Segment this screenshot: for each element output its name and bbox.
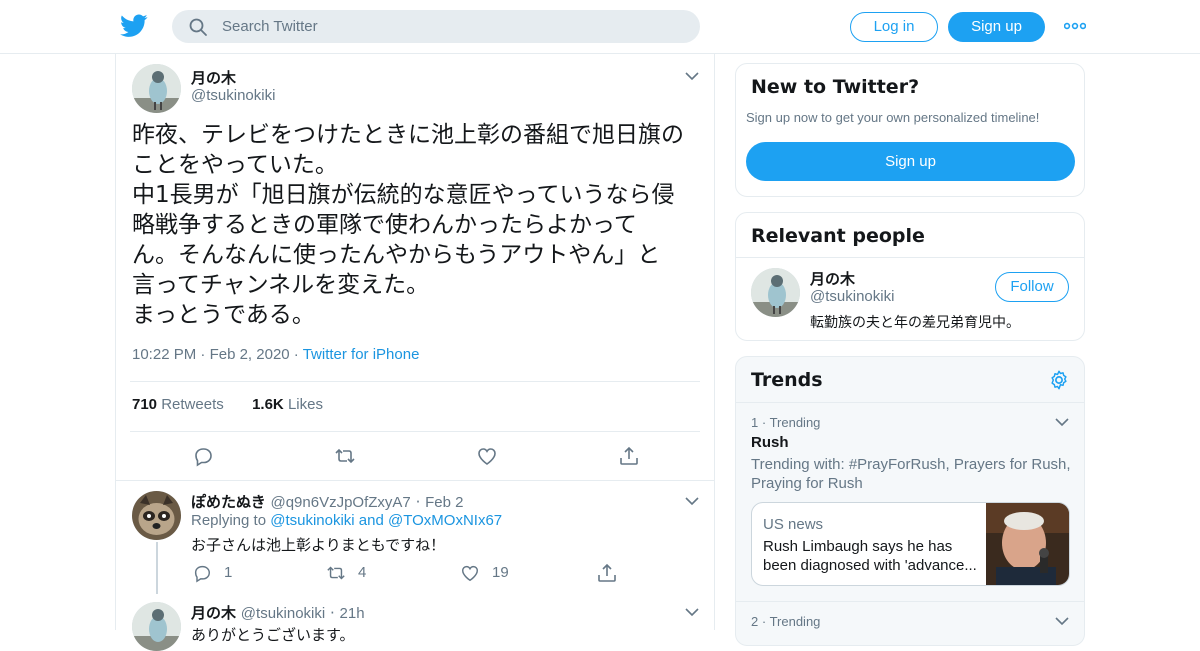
chevron-down-icon[interactable] bbox=[685, 496, 699, 506]
reply-header: ぽめたぬき @q9n6VzJpOfZxyA7 · Feb 2 bbox=[191, 491, 463, 512]
trend-label: Trending bbox=[769, 415, 821, 430]
news-headline: Rush Limbaugh says he has been diagnosed… bbox=[763, 538, 977, 574]
signup-button[interactable]: Sign up bbox=[948, 12, 1045, 42]
divider bbox=[116, 480, 714, 481]
dot-separator: · bbox=[200, 346, 210, 363]
tweet-date[interactable]: Feb 2, 2020 bbox=[210, 346, 290, 363]
follow-button[interactable]: Follow bbox=[995, 272, 1069, 302]
divider bbox=[130, 381, 700, 382]
person-avatar[interactable] bbox=[751, 268, 800, 317]
reply-text: お子さんは池上彰よりまともですね！ bbox=[191, 536, 446, 554]
card-title: Relevant people bbox=[751, 225, 925, 247]
tweet-column: 月の木 @tsukinokiki 昨夜、テレビをつけたときに池上彰の番組で旭日旗… bbox=[115, 54, 715, 651]
retweet-icon bbox=[327, 566, 345, 580]
search-input[interactable] bbox=[222, 10, 682, 43]
login-button[interactable]: Log in bbox=[850, 12, 938, 42]
replying-to-prefix: Replying to bbox=[191, 512, 267, 529]
reply-header: 月の木 @tsukinokiki · 21h bbox=[191, 602, 365, 623]
card-subtitle: Sign up now to get your own personalized… bbox=[746, 110, 1040, 125]
relevant-people-card: Relevant people 月の木 @tsukinokiki Follow … bbox=[735, 212, 1085, 341]
chevron-down-icon[interactable] bbox=[1055, 616, 1069, 626]
tweet-timestamp: 10:22 PM · Feb 2, 2020 · Twitter for iPh… bbox=[132, 346, 419, 363]
reply-avatar[interactable] bbox=[132, 491, 181, 540]
chevron-down-icon[interactable] bbox=[1055, 417, 1069, 427]
like-icon[interactable] bbox=[476, 445, 498, 467]
card-title: New to Twitter? bbox=[751, 76, 920, 98]
like-icon bbox=[461, 565, 479, 582]
reply-author-name[interactable]: 月の木 bbox=[191, 604, 236, 622]
divider bbox=[130, 431, 700, 432]
news-category: US news bbox=[763, 516, 824, 533]
gear-icon[interactable] bbox=[1048, 369, 1070, 391]
replying-to: Replying to @tsukinokiki and @TOxMOxNIx6… bbox=[191, 512, 502, 529]
trend-related: Trending with: #PrayForRush, Prayers for… bbox=[751, 456, 1071, 492]
dot-separator: · bbox=[293, 346, 303, 363]
retweet-icon[interactable] bbox=[334, 445, 356, 467]
trends-card: Trends 1 · Trending Rush Trending with: … bbox=[735, 356, 1085, 646]
bird-avatar-icon bbox=[751, 268, 800, 317]
reply-date[interactable]: Feb 2 bbox=[425, 494, 463, 511]
bird-avatar-icon bbox=[132, 64, 181, 113]
tweet-source-link[interactable]: Twitter for iPhone bbox=[303, 346, 420, 363]
sidebar-signup-button[interactable]: Sign up bbox=[746, 142, 1075, 181]
retweet-count: 4 bbox=[358, 564, 367, 581]
like-count: 19 bbox=[492, 564, 509, 581]
trend-news-card[interactable]: US news Rush Limbaugh says he has been d… bbox=[751, 502, 1070, 586]
trend-name[interactable]: Rush bbox=[751, 434, 789, 451]
top-navigation-bar: Log in Sign up bbox=[0, 0, 1200, 54]
chevron-down-icon[interactable] bbox=[685, 607, 699, 617]
tweet-stats: 710 Retweets 1.6K Likes bbox=[132, 396, 323, 413]
search-box[interactable] bbox=[172, 10, 700, 43]
search-icon bbox=[189, 18, 207, 36]
tweet-author-name[interactable]: 月の木 bbox=[191, 67, 236, 88]
dot-separator: · bbox=[761, 614, 770, 629]
tweet-time[interactable]: 10:22 PM bbox=[132, 346, 196, 363]
divider bbox=[736, 257, 1084, 258]
avatar[interactable] bbox=[132, 64, 181, 113]
reply-icon[interactable] bbox=[192, 445, 214, 467]
likes-label[interactable]: Likes bbox=[288, 396, 323, 413]
reply-avatar[interactable] bbox=[132, 602, 181, 651]
tweet-author-handle[interactable]: @tsukinokiki bbox=[191, 87, 275, 104]
new-to-twitter-card: New to Twitter? Sign up now to get your … bbox=[735, 63, 1085, 197]
trend-meta: 2 · Trending bbox=[751, 614, 820, 629]
reply-author-name[interactable]: ぽめたぬき bbox=[191, 493, 266, 511]
card-title: Trends bbox=[751, 369, 823, 391]
share-icon[interactable] bbox=[618, 445, 640, 467]
dot-separator: · bbox=[415, 493, 426, 511]
reply-icon bbox=[194, 565, 211, 583]
retweets-count[interactable]: 710 bbox=[132, 396, 157, 413]
dot-separator: · bbox=[330, 604, 340, 622]
divider bbox=[736, 402, 1084, 403]
likes-count[interactable]: 1.6K bbox=[252, 396, 284, 413]
retweets-label[interactable]: Retweets bbox=[161, 396, 224, 413]
more-options-icon[interactable] bbox=[1064, 20, 1086, 32]
tweet-text: 昨夜、テレビをつけたときに池上彰の番組で旭日旗の ことをやっていた。 中1長男が… bbox=[132, 122, 684, 328]
person-bio: 転勤族の夫と年の差兄弟育児中。 bbox=[810, 315, 1020, 331]
bird-avatar-icon bbox=[132, 602, 181, 651]
person-name[interactable]: 月の木 bbox=[810, 268, 855, 289]
trend-label: Trending bbox=[769, 614, 821, 629]
reply-date[interactable]: 21h bbox=[340, 605, 365, 622]
dot-separator: · bbox=[761, 415, 770, 430]
trend-rank: 1 bbox=[751, 415, 759, 430]
person-handle[interactable]: @tsukinokiki bbox=[810, 288, 894, 305]
reply-author-handle[interactable]: @tsukinokiki bbox=[241, 605, 325, 622]
chevron-down-icon[interactable] bbox=[685, 71, 699, 81]
reply-text: ありがとうございます。 bbox=[191, 626, 355, 644]
reply-count: 1 bbox=[224, 564, 233, 581]
raccoon-avatar-icon bbox=[132, 491, 181, 540]
news-thumbnail-image bbox=[986, 503, 1069, 585]
trend-meta: 1 · Trending bbox=[751, 415, 820, 430]
replying-to-link[interactable]: @tsukinokiki and @TOxMOxNIx67 bbox=[270, 512, 502, 529]
thread-line bbox=[156, 542, 158, 594]
reply-author-handle[interactable]: @q9n6VzJpOfZxyA7 bbox=[270, 494, 410, 511]
divider bbox=[736, 601, 1084, 602]
trend-rank: 2 bbox=[751, 614, 759, 629]
share-icon[interactable] bbox=[596, 562, 618, 584]
twitter-logo-icon[interactable] bbox=[120, 13, 148, 39]
